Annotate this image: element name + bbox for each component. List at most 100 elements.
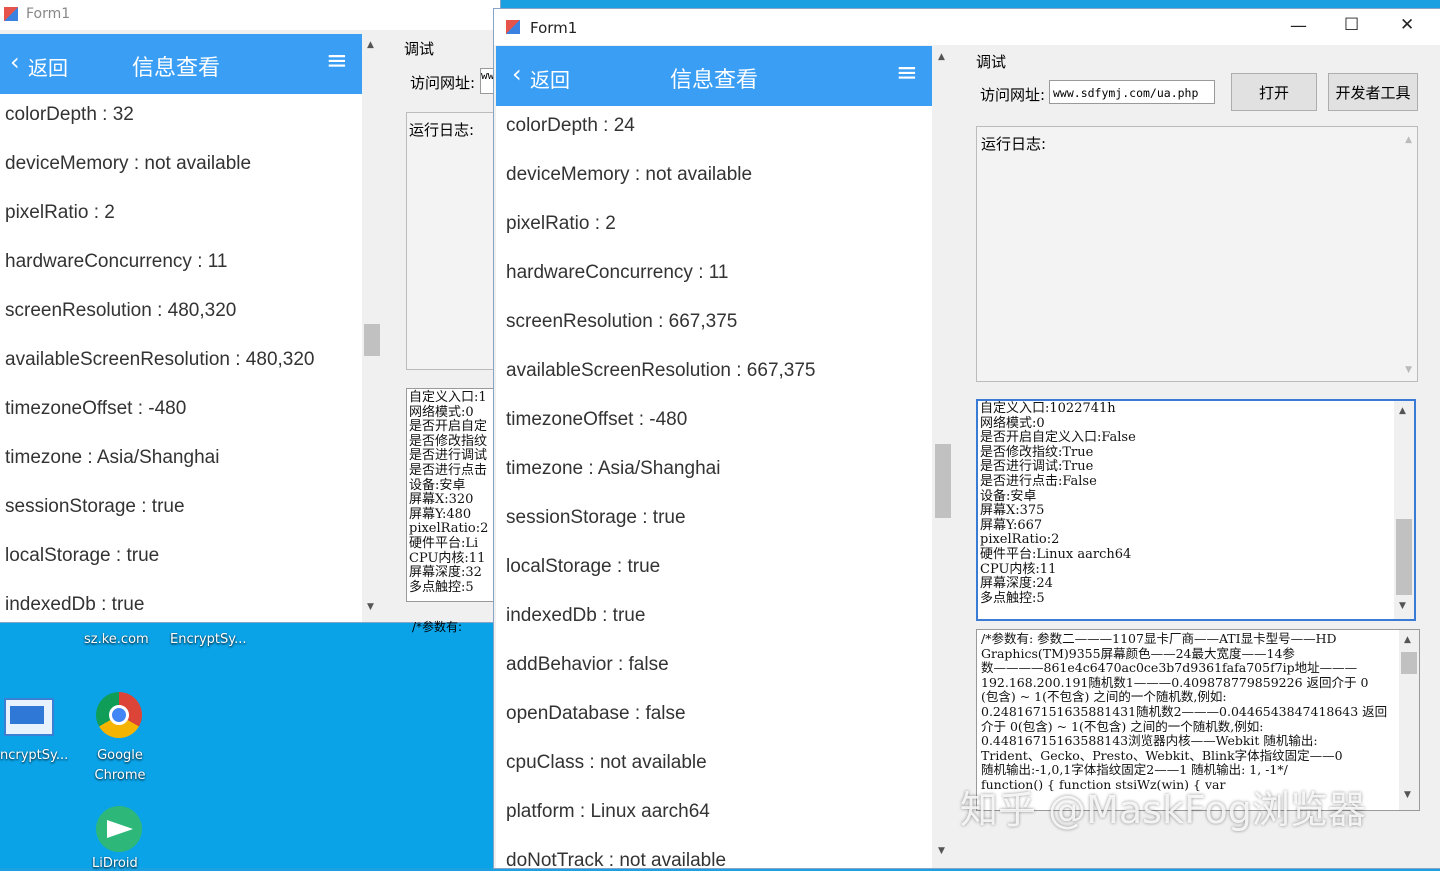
window-icon[interactable]: [4, 698, 54, 736]
desktop-icon-label: ncryptSy...: [0, 748, 69, 763]
list-item: timezone : Asia/Shanghai: [506, 458, 721, 479]
list-item: timezoneOffset : -480: [5, 398, 187, 419]
taskbar-item-encrypt[interactable]: EncryptSy...: [170, 632, 246, 647]
list-item: indexedDb : true: [5, 594, 145, 615]
app-header: ‹ 返回 信息查看 ≡: [496, 46, 932, 106]
run-log-box[interactable]: 运行日志: ▲ ▼: [976, 126, 1418, 382]
scroll-down-icon[interactable]: ▼: [1399, 601, 1406, 611]
back-window: Form1 ‹ 返回 信息查看 ≡ colorDepth : 32 device…: [0, 0, 502, 634]
log-line: 屏幕X:320: [409, 492, 474, 508]
hamburger-icon[interactable]: ≡: [896, 58, 918, 88]
log-line: 是否开启自定义入口:False: [980, 430, 1136, 446]
log-line: 屏幕深度:24: [980, 576, 1053, 592]
log-line: 数————861e4c6470ac0ce3b7d9361fafa705f7ip地…: [981, 660, 1358, 676]
params-snippet: /*参数有:: [412, 620, 463, 634]
hamburger-icon[interactable]: ≡: [326, 46, 348, 76]
scrollbar[interactable]: ▲ ▼: [932, 46, 954, 868]
log-line: 是否修改指纹:True: [980, 444, 1094, 460]
info-text: 自定义入口:1 网络模式:0 是否开启自定 是否修改指纹 是否进行调试 是否进行点击 设备:…: [407, 389, 501, 597]
maximize-button[interactable]: ☐: [1344, 15, 1359, 35]
log-line: 随机输出:-1,0,1字体指纹固定2——1 随机输出: 1, -1*/: [981, 762, 1288, 778]
info-textbox[interactable]: 自定义入口:1022741h 网络模式:0 是否开启自定义入口:False 是否修改指…: [976, 399, 1416, 621]
list-item: colorDepth : 24: [506, 115, 635, 136]
list-item: availableScreenResolution : 667,375: [506, 360, 816, 381]
log-line: 多点触控:5: [980, 590, 1045, 606]
log-line: CPU内核:11: [409, 550, 486, 566]
list-item: deviceMemory : not available: [506, 164, 753, 185]
info-list: colorDepth : 32 deviceMemory : not avail…: [5, 104, 315, 622]
app-icon: [506, 20, 520, 34]
log-line: Trident、Gecko、Presto、Webkit、Blink字体指纹固定—…: [981, 747, 1343, 763]
taskbar-item-szke[interactable]: sz.ke.com: [84, 632, 149, 647]
page-title: 信息查看: [132, 56, 221, 81]
log-line: 屏幕Y:480: [409, 506, 472, 522]
list-item: availableScreenResolution : 480,320: [5, 349, 315, 370]
log-line: 是否开启自定: [409, 419, 488, 435]
minimize-button[interactable]: —: [1290, 16, 1307, 36]
close-button[interactable]: ✕: [1400, 15, 1414, 35]
run-log-label: 运行日志:: [409, 121, 475, 139]
list-item: cpuClass : not available: [506, 752, 707, 773]
log-line: 屏幕深度:32: [409, 565, 482, 581]
list-item: indexedDb : true: [506, 605, 646, 626]
scroll-thumb[interactable]: [1396, 519, 1412, 595]
url-label: 访问网址:: [410, 74, 476, 92]
scrollbar[interactable]: ▲ ▼: [1394, 401, 1414, 619]
app-icon: [4, 7, 18, 21]
scroll-down-icon[interactable]: ▼: [938, 846, 945, 856]
list-item: deviceMemory : not available: [5, 153, 252, 174]
log-line: 网络模式:0: [409, 404, 474, 420]
scroll-down-icon[interactable]: ▼: [1404, 790, 1411, 800]
list-item: pixelRatio : 2: [506, 213, 616, 234]
watermark: 知乎 @MaskFog浏览器: [960, 788, 1366, 832]
window-title: Form1: [530, 19, 578, 37]
open-button[interactable]: 打开: [1231, 73, 1317, 111]
info-textbox[interactable]: 自定义入口:1 网络模式:0 是否开启自定 是否修改指纹 是否进行调试 是否进行点击 设备:…: [406, 388, 502, 602]
log-line: 是否修改指纹: [409, 433, 488, 449]
list-item: colorDepth : 32: [5, 104, 134, 125]
log-line: 屏幕X:375: [980, 503, 1045, 519]
log-line: 0.44816715163588143浏览器内核——Webkit 随机输出:: [981, 733, 1318, 749]
list-item: addBehavior : false: [506, 654, 669, 675]
back-button[interactable]: 返回: [530, 64, 570, 93]
log-line: 多点触控:5: [409, 579, 474, 595]
log-line: 设备:安卓: [409, 477, 466, 493]
scroll-thumb[interactable]: [935, 444, 951, 518]
log-line: 是否进行调试:True: [980, 459, 1094, 475]
log-line: CPU内核:11: [980, 561, 1057, 577]
list-item: timezone : Asia/Shanghai: [5, 447, 220, 468]
log-line: 硬件平台:Li: [409, 535, 479, 551]
info-text: 自定义入口:1022741h 网络模式:0 是否开启自定义入口:False 是否修改指…: [978, 401, 1414, 607]
scroll-up-icon[interactable]: ▲: [1399, 406, 1406, 416]
scroll-thumb[interactable]: [1401, 652, 1417, 674]
scroll-up-icon[interactable]: ▲: [938, 52, 945, 62]
scroll-down-icon[interactable]: ▼: [367, 602, 374, 612]
list-item: hardwareConcurrency : 11: [506, 262, 729, 283]
scroll-up-icon[interactable]: ▲: [367, 40, 374, 50]
run-log-box[interactable]: 运行日志:: [406, 112, 502, 370]
scroll-thumb[interactable]: [364, 324, 380, 356]
log-line: 设备:安卓: [980, 488, 1037, 504]
list-item: platform : Linux aarch64: [506, 801, 710, 822]
url-input[interactable]: www.sdfymj.com/ua.php: [1049, 80, 1215, 104]
debug-group-label: 调试: [976, 53, 1007, 71]
scrollbar[interactable]: ▲ ▼: [1399, 630, 1419, 810]
back-chevron-icon[interactable]: ‹: [512, 60, 522, 88]
window-title: Form1: [26, 6, 71, 22]
back-chevron-icon[interactable]: ‹: [10, 48, 20, 76]
devtools-button[interactable]: 开发者工具: [1328, 73, 1418, 111]
back-button[interactable]: 返回: [28, 52, 68, 81]
list-item: screenResolution : 480,320: [5, 300, 237, 321]
chrome-icon[interactable]: [96, 692, 142, 738]
app-header: ‹ 返回 信息查看 ≡: [0, 34, 362, 94]
scroll-up-icon[interactable]: ▲: [1404, 635, 1411, 645]
log-line: 介于 0(包含) ~ 1(不包含) 之间的一个随机数,例如:: [981, 718, 1264, 734]
url-label: 访问网址:: [980, 86, 1046, 104]
scroll-down-icon[interactable]: ▼: [1405, 365, 1412, 375]
scrollbar[interactable]: ▲ ▼: [362, 34, 382, 622]
log-line: 网络模式:0: [980, 415, 1045, 431]
scroll-up-icon[interactable]: ▲: [1405, 135, 1412, 145]
log-line: (包含) ~ 1(不包含) 之间的一个随机数,例如:: [981, 689, 1227, 705]
log-line: 自定义入口:1022741h: [980, 401, 1116, 416]
paperplane-icon[interactable]: [96, 806, 142, 852]
